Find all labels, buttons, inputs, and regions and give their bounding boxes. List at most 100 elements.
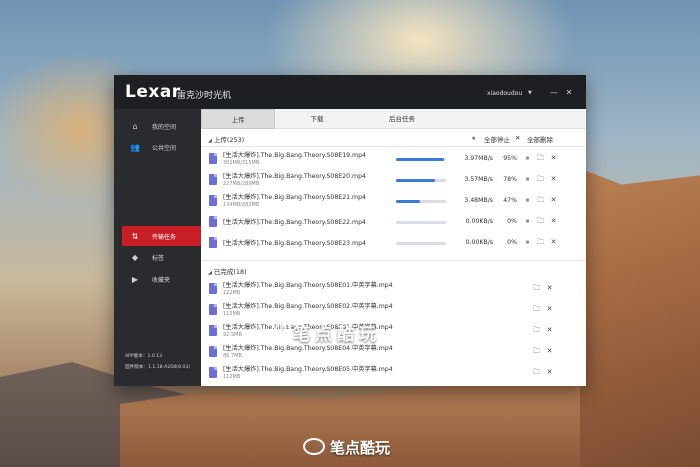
sidebar-item-label: 标签 (152, 254, 165, 262)
upload-row[interactable]: [生活大爆炸].The.Big.Bang.Theory.S08E22.mp4 0… (201, 212, 586, 233)
sidebar-item-transfer[interactable]: ⇅ 传输任务 (122, 226, 201, 246)
pause-icon[interactable]: ⏸ (523, 175, 532, 184)
progress-bar (396, 242, 446, 245)
completed-header[interactable]: ◢ 已完成(18) (208, 266, 247, 276)
file-size: 115MB (223, 311, 241, 317)
completed-row[interactable]: [生活大爆炸].The.Big.Bang.Theory.S08E02.中英字幕.… (201, 300, 586, 321)
delete-all-button[interactable]: 全部删除 (527, 134, 553, 144)
video-file-icon (209, 174, 217, 185)
open-folder-icon[interactable]: 🗀 (532, 284, 541, 295)
expand-triangle-icon: ◢ (208, 138, 212, 144)
open-folder-icon[interactable]: 🗀 (532, 326, 541, 337)
progress-fill (396, 179, 435, 182)
open-folder-icon[interactable]: 🗀 (536, 175, 545, 186)
transfer-icon: ⇅ (131, 231, 139, 241)
app-version: APP版本：1.0.13 (125, 354, 163, 359)
close-icon[interactable]: ✕ (564, 88, 574, 98)
pause-all-icon[interactable]: ⏸ (472, 134, 475, 143)
tab-download[interactable]: 下载 (277, 109, 357, 129)
file-name: [生活大爆炸].The.Big.Bang.Theory.S08E23.mp4 (223, 240, 366, 247)
close-icon[interactable]: ✕ (545, 347, 554, 355)
file-size: 112MB (223, 374, 241, 380)
app-logo: Lexar (125, 82, 181, 102)
divider (201, 146, 586, 147)
copyright-icon: © (275, 321, 291, 337)
file-name: [生活大爆炸].The.Big.Bang.Theory.S08E20.mp4 (223, 173, 366, 180)
sidebar-item-tags[interactable]: ◆ 标签 (122, 247, 201, 267)
pause-icon[interactable]: ⏸ (523, 238, 532, 247)
upload-row[interactable]: [生活大爆炸].The.Big.Bang.Theory.S08E19.mp4 3… (201, 149, 586, 170)
close-icon[interactable]: ✕ (545, 326, 554, 334)
progress-percent: 0% (507, 239, 517, 246)
open-folder-icon[interactable]: 🗀 (536, 154, 545, 165)
pause-all-button[interactable]: 全部停止 (484, 134, 510, 144)
file-size: 227MB/289MB (223, 181, 260, 187)
transfer-panel: 上传 下载 后台任务 ◢ 上传(253) ⏸ 全部停止 ✕ 全部删除 [生活大爆炸… (201, 109, 586, 386)
tab-background-tasks[interactable]: 后台任务 (357, 109, 447, 129)
close-icon[interactable]: ✕ (549, 217, 558, 225)
upload-row[interactable]: [生活大爆炸].The.Big.Bang.Theory.S08E20.mp4 2… (201, 170, 586, 191)
delete-all-icon[interactable]: ✕ (515, 134, 520, 142)
completed-row[interactable]: [生活大爆炸].The.Big.Bang.Theory.S08E05.中英字幕.… (201, 363, 586, 384)
sidebar-item-label: 收藏夹 (152, 276, 171, 284)
video-file-icon (209, 346, 217, 357)
progress-bar (396, 221, 446, 224)
file-size: 92.5MB (223, 332, 242, 338)
open-folder-icon[interactable]: 🗀 (532, 347, 541, 358)
completed-row[interactable]: [生活大爆炸].The.Big.Bang.Theory.S08E01.中英字幕.… (201, 279, 586, 300)
file-name: [生活大爆炸].The.Big.Bang.Theory.S08E22.mp4 (223, 219, 366, 226)
open-folder-icon[interactable]: 🗀 (532, 305, 541, 316)
file-name: [生活大爆炸].The.Big.Bang.Theory.S08E21.mp4 (223, 194, 366, 201)
video-file-icon (209, 367, 217, 378)
sidebar-item-my-space[interactable]: ⌂ 我的空间 (122, 116, 201, 136)
weibo-icon (303, 438, 325, 455)
open-folder-icon[interactable]: 🗀 (536, 238, 545, 249)
minimize-icon[interactable]: — (549, 88, 559, 98)
sidebar-item-public-space[interactable]: 👥 公共空间 (122, 137, 201, 157)
sidebar: ⌂ 我的空间 👥 公共空间 ⇅ 传输任务 ◆ 标签 ▶ 收藏夹 APP版本：1.… (114, 109, 201, 386)
uploading-header[interactable]: ◢ 上传(253) (208, 134, 244, 144)
completed-row[interactable]: [生活大爆炸].The.Big.Bang.Theory.S08E04.中英字幕.… (201, 342, 586, 363)
sidebar-item-label: 公共空间 (152, 144, 177, 152)
users-icon: 👥 (130, 142, 140, 152)
close-icon[interactable]: ✕ (545, 305, 554, 313)
sidebar-item-favorites[interactable]: ▶ 收藏夹 (122, 269, 201, 289)
transfer-speed: 3.48MB/s (464, 197, 493, 204)
pause-icon[interactable]: ⏸ (523, 217, 532, 226)
close-icon[interactable]: ✕ (549, 196, 558, 204)
pause-icon[interactable]: ⏸ (523, 196, 532, 205)
progress-percent: 78% (503, 176, 517, 183)
firmware-version: 固件版本：1.1.18-A208(8.03) (125, 365, 190, 370)
progress-bar (396, 158, 446, 161)
close-icon[interactable]: ✕ (549, 238, 558, 246)
chevron-down-icon[interactable]: ▼ (528, 90, 532, 96)
file-name: [生活大爆炸].The.Big.Bang.Theory.S08E02.中英字幕.… (223, 303, 393, 310)
watermark-text: 笔点酷玩 (293, 325, 381, 345)
file-size: 134MB/282MB (223, 202, 260, 208)
open-folder-icon[interactable]: 🗀 (532, 368, 541, 379)
file-size: 301MB/315MB (223, 160, 260, 166)
open-folder-icon[interactable]: 🗀 (536, 217, 545, 228)
home-icon: ⌂ (132, 121, 138, 131)
file-name: [生活大爆炸].The.Big.Bang.Theory.S08E19.mp4 (223, 152, 366, 159)
upload-row[interactable]: [生活大爆炸].The.Big.Bang.Theory.S08E23.mp4 0… (201, 233, 586, 254)
user-menu[interactable]: xiaodoudou (487, 90, 522, 97)
tab-bar: 上传 下载 后台任务 (201, 109, 586, 129)
file-name: [生活大爆炸].The.Big.Bang.Theory.S08E05.中英字幕.… (223, 366, 393, 373)
completed-row[interactable]: [生活大爆炸].The.Big.Bang.Theory.S08E03.中英字幕.… (201, 321, 586, 342)
close-icon[interactable]: ✕ (549, 175, 558, 183)
video-file-icon (209, 304, 217, 315)
pause-icon[interactable]: ⏸ (523, 154, 532, 163)
transfer-speed: 3.97MB/s (464, 155, 493, 162)
tab-upload[interactable]: 上传 (201, 109, 275, 129)
close-icon[interactable]: ✕ (545, 284, 554, 292)
close-icon[interactable]: ✕ (549, 154, 558, 162)
completed-count: 已完成(18) (213, 268, 247, 276)
title-bar[interactable]: Lexar 雷克沙时光机 xiaodoudou ▼ — ✕ (114, 75, 586, 109)
video-file-icon (209, 216, 217, 227)
open-folder-icon[interactable]: 🗀 (536, 196, 545, 207)
video-file-icon (209, 283, 217, 294)
progress-percent: 47% (503, 197, 517, 204)
close-icon[interactable]: ✕ (545, 368, 554, 376)
upload-row[interactable]: [生活大爆炸].The.Big.Bang.Theory.S08E21.mp4 1… (201, 191, 586, 212)
